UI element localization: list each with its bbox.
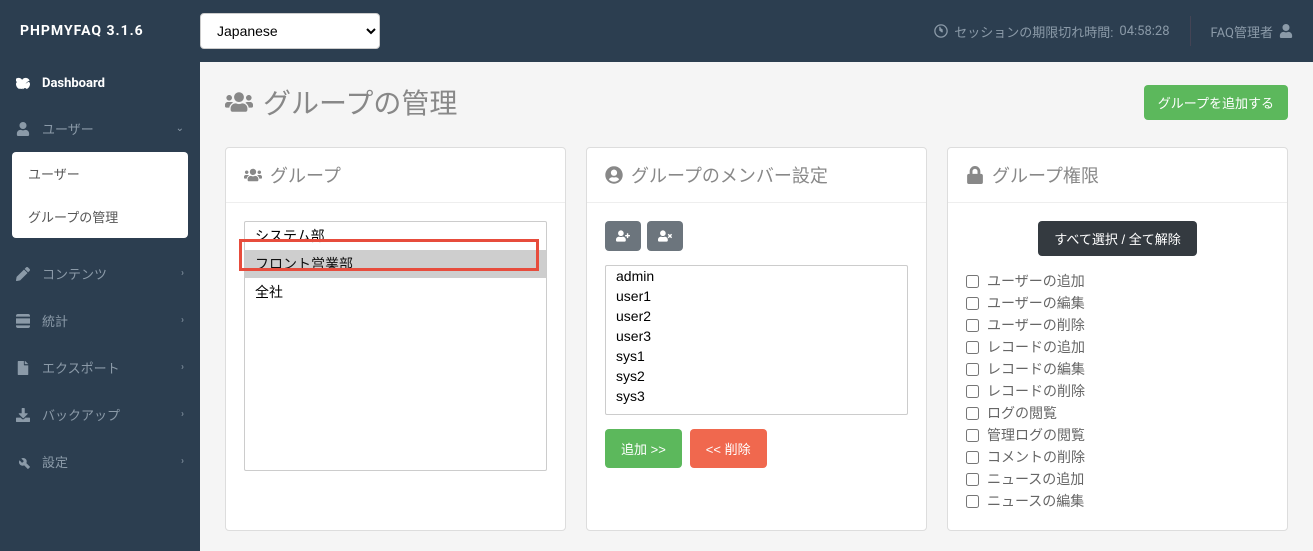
permission-checkbox[interactable] [966,473,979,486]
permission-label: レコードの追加 [987,337,1085,357]
sidebar-item-users[interactable]: ユーザー ⌄ [0,105,200,152]
member-option[interactable]: sys3 [606,386,907,406]
permission-checkbox[interactable] [966,319,979,332]
permission-label: ニュースの追加 [987,469,1084,489]
download-icon [16,408,30,422]
permission-checkbox[interactable] [966,495,979,508]
permissions-list: ユーザーの追加 ユーザーの編集 ユーザーの削除 レコードの追加 レコードの編集 … [966,270,1269,512]
member-option[interactable]: sys1 [606,346,907,366]
add-member-button[interactable] [605,221,641,251]
language-select[interactable]: Japanese [200,13,380,49]
chevron-right-icon: › [181,409,184,420]
permission-checkbox[interactable] [966,451,979,464]
session-expiry: セッションの期限切れ時間: 04:58:28 [934,22,1169,41]
group-list[interactable]: システム部 フロント営業部 全社 [244,221,547,471]
members-card-header: グループのメンバー設定 [587,148,926,203]
sidebar-subitem-users[interactable]: ユーザー [12,152,188,195]
edit-icon [16,267,30,281]
users-icon [225,88,253,116]
permission-label: ニュースの編集 [987,491,1084,511]
page-title: グループの管理 [225,82,457,122]
sidebar-item-backup[interactable]: バックアップ › [0,391,200,438]
permission-label: ユーザーの追加 [987,271,1085,291]
sidebar-subitem-groups[interactable]: グループの管理 [12,195,188,238]
member-list[interactable]: admin user1 user2 user3 sys1 sys2 sys3 [605,265,908,415]
permission-checkbox[interactable] [966,297,979,310]
lock-icon [966,166,984,184]
clock-icon [934,24,948,38]
file-icon [16,361,30,375]
remove-member-button[interactable] [647,221,683,251]
user-icon [1279,24,1293,38]
permission-label: ログの閲覧 [987,403,1057,423]
dashboard-icon [16,77,30,91]
group-option[interactable]: フロント営業部 [245,250,546,278]
add-members-button[interactable]: 追加 >> [605,429,682,468]
permission-label: ユーザーの編集 [987,293,1085,313]
chevron-right-icon: › [181,362,184,373]
user-icon [16,122,30,136]
wrench-icon [16,455,30,469]
groups-card-header: グループ [226,148,565,203]
member-option[interactable]: user2 [606,306,907,326]
permissions-card-header: グループ権限 [948,148,1287,203]
sidebar-item-settings[interactable]: 設定 › [0,438,200,485]
member-option[interactable]: sys2 [606,366,907,386]
permission-checkbox[interactable] [966,341,979,354]
group-option[interactable]: 全社 [245,278,546,306]
permission-checkbox[interactable] [966,385,979,398]
permission-label: ユーザーの削除 [987,315,1085,335]
permission-checkbox[interactable] [966,429,979,442]
chevron-right-icon: › [181,456,184,467]
member-option[interactable]: user1 [606,286,907,306]
current-user[interactable]: FAQ管理者 [1211,22,1293,41]
user-circle-icon [605,166,623,184]
permission-label: 管理ログの閲覧 [987,425,1085,445]
permission-label: コメントの削除 [987,447,1085,467]
chevron-down-icon: ⌄ [176,123,184,134]
toggle-all-permissions-button[interactable]: すべて選択 / 全て解除 [1038,221,1196,256]
add-group-button[interactable]: グループを追加する [1144,85,1288,120]
sidebar-item-export[interactable]: エクスポート › [0,344,200,391]
member-option[interactable]: user3 [606,326,907,346]
user-plus-icon [616,229,630,243]
permission-label: レコードの削除 [987,381,1085,401]
users-icon [244,166,262,184]
permission-checkbox[interactable] [966,363,979,376]
chevron-right-icon: › [181,315,184,326]
user-times-icon [658,229,672,243]
group-option[interactable]: システム部 [245,222,546,250]
sidebar-item-content[interactable]: コンテンツ › [0,250,200,297]
app-logo: PHPMYFAQ 3.1.6 [20,23,200,39]
permission-checkbox[interactable] [966,407,979,420]
chevron-right-icon: › [181,268,184,279]
member-option[interactable]: admin [606,266,907,286]
permission-checkbox[interactable] [966,275,979,288]
sidebar-item-stats[interactable]: 統計 › [0,297,200,344]
tasks-icon [16,314,30,328]
permission-label: レコードの編集 [987,359,1085,379]
sidebar-dashboard[interactable]: Dashboard [0,62,200,105]
remove-members-button[interactable]: << 削除 [690,429,767,468]
